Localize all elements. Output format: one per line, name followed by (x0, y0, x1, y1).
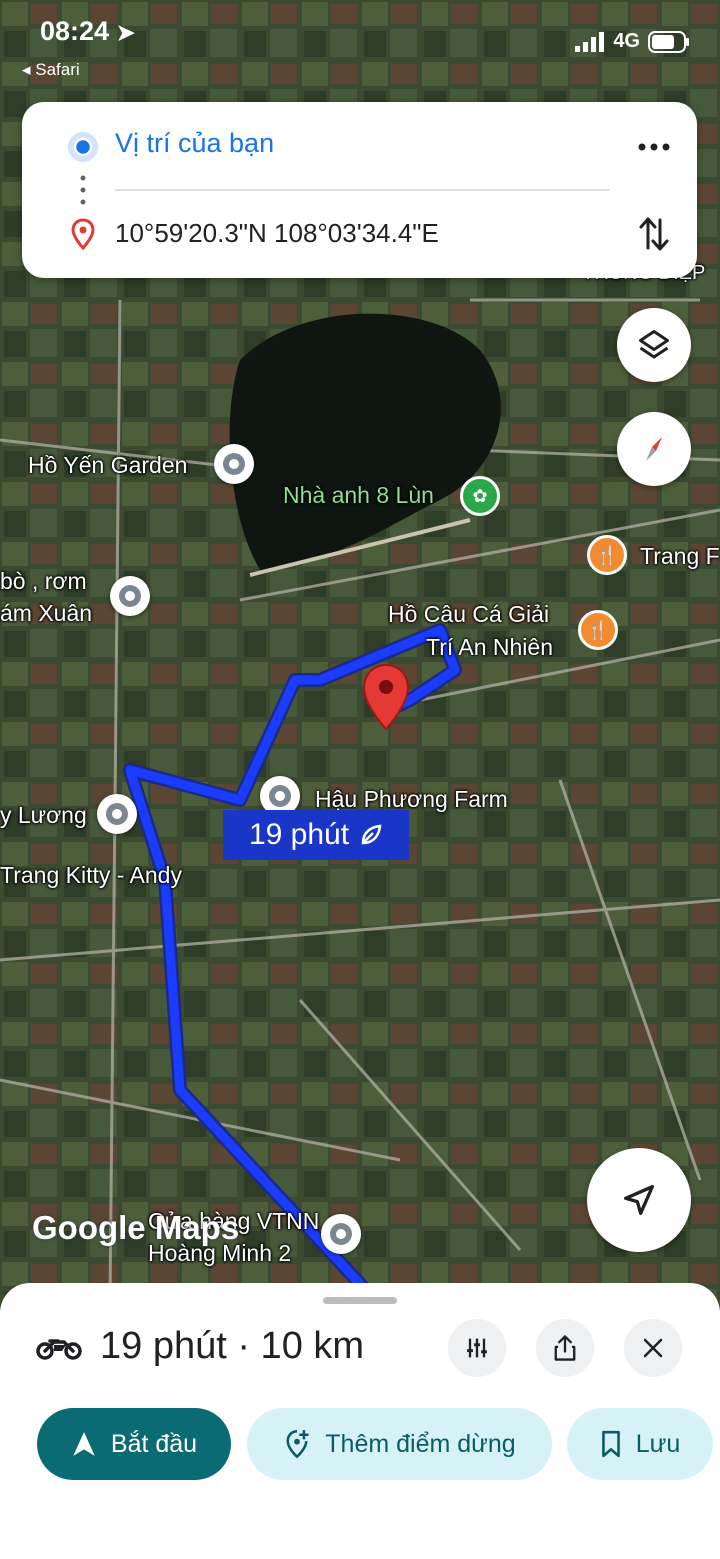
more-options-icon[interactable] (634, 132, 674, 162)
back-to-safari-link[interactable]: ◂ Safari (22, 60, 80, 80)
status-time: 08:24 ➤ (40, 16, 136, 46)
compass-button[interactable] (617, 412, 691, 486)
add-stop-button[interactable]: Thêm điểm dừng (247, 1408, 552, 1480)
motorbike-icon (36, 1338, 82, 1360)
destination-field[interactable]: 10°59'20.3"N 108°03'34.4"E (115, 218, 439, 249)
sliders-icon (467, 1338, 487, 1358)
route-summary: 19 phút · 10 km (36, 1325, 364, 1368)
your-location-icon (68, 132, 98, 162)
bookmark-icon (601, 1430, 620, 1458)
route-options-button[interactable] (448, 1319, 506, 1377)
label-trang-kitty[interactable]: Trang Kitty - Andy (0, 862, 182, 889)
save-label: Lưu (635, 1429, 681, 1458)
layers-button[interactable] (617, 308, 691, 382)
label-ho-cau-2[interactable]: Trí An Nhiên (426, 634, 553, 661)
location-arrow-icon: ➤ (116, 20, 136, 45)
close-button[interactable] (624, 1319, 682, 1377)
route-inputs-card: Vị trí của bạn 10°59'20.3"N 108°03'34.4"… (22, 102, 697, 278)
origin-field[interactable]: Vị trí của bạn (115, 128, 274, 159)
swap-icon[interactable] (637, 214, 671, 254)
status-bar: 08:24 ➤ ◂ Safari 4G (0, 0, 720, 90)
my-location-button[interactable] (587, 1148, 691, 1252)
park-pin-icon[interactable]: ✿ (460, 476, 500, 516)
label-nha-anh[interactable]: Nhà anh 8 Lùn (283, 482, 434, 509)
label-bo-rom[interactable]: bò , rơm (0, 568, 87, 595)
label-ho-yen-garden[interactable]: Hồ Yến Garden (28, 452, 187, 479)
signal-icon (575, 31, 605, 52)
restaurant-pin-icon[interactable]: 🍴 (578, 610, 618, 650)
navigation-arrow-icon (624, 1185, 654, 1215)
sheet-drag-handle[interactable] (323, 1297, 397, 1304)
share-button[interactable] (536, 1319, 594, 1377)
google-maps-watermark: Google Maps (32, 1209, 240, 1246)
destination-marker-icon[interactable] (362, 663, 410, 733)
route-summary-text: 19 phút · 10 km (100, 1325, 365, 1367)
route-eta-badge[interactable]: 19 phút (223, 810, 409, 860)
label-am-xuan[interactable]: ám Xuân (0, 600, 92, 627)
place-pin[interactable] (321, 1214, 361, 1254)
navigation-icon (73, 1432, 95, 1456)
battery-icon (648, 30, 689, 53)
layers-icon (639, 330, 669, 359)
label-hau-phuong-farm[interactable]: Hậu Phương Farm (315, 786, 508, 813)
label-trang-f[interactable]: Trang F (640, 543, 720, 570)
save-button[interactable]: Lưu (567, 1408, 713, 1480)
directions-sheet: 19 phút · 10 km Bắt đầu Thêm điểm dừng L… (0, 1283, 720, 1559)
status-indicators: 4G (575, 30, 690, 53)
place-pin[interactable] (110, 576, 150, 616)
place-pin[interactable] (214, 444, 254, 484)
label-ho-cau-1[interactable]: Hồ Câu Cá Giải (388, 601, 549, 628)
add-stop-label: Thêm điểm dừng (325, 1429, 516, 1458)
compass-icon (646, 437, 662, 461)
eta-text: 19 phút (248, 818, 350, 851)
start-label: Bắt đầu (110, 1429, 198, 1458)
network-type: 4G (613, 30, 640, 52)
restaurant-pin-icon[interactable]: 🍴 (587, 535, 627, 575)
card-divider (115, 189, 610, 191)
label-luong[interactable]: y Lương (0, 802, 87, 829)
leaf-icon (361, 824, 382, 845)
place-pin[interactable] (97, 794, 137, 834)
route-dots-icon (80, 175, 86, 205)
close-icon (643, 1338, 663, 1358)
destination-pin-icon (71, 218, 95, 250)
add-location-icon (286, 1430, 309, 1459)
share-icon (554, 1335, 576, 1361)
start-button[interactable]: Bắt đầu (37, 1408, 231, 1480)
